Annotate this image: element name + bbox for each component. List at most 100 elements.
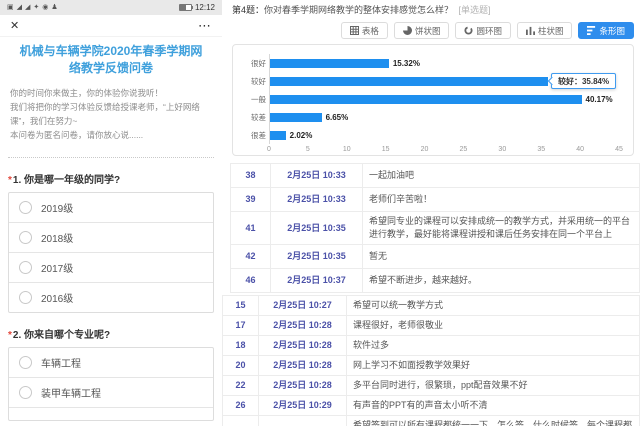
view-button-table[interactable]: 表格 [341,22,388,39]
table-row: 392月25日 10:33老师们辛苦啦！ [230,188,640,212]
row-comment-cell: 希望不断进步，越来越好。 [362,269,640,292]
row-date-cell: 2月25日 10:28 [258,376,346,395]
row-number-cell: 20 [222,356,258,375]
row-date-cell: 2月25日 10:35 [270,212,362,244]
axis-tick-label: 45 [615,146,623,153]
row-comment-cell: 课程很好，老师很敬业 [346,316,640,335]
row-date-cell: 2月25日 10:29 [258,396,346,415]
table-row: 222月25日 10:28多平台同时进行，很繁琐，ppt配音效果不好 [222,376,640,396]
axis-tick-label: 15 [382,146,390,153]
table-row: 412月25日 10:35希望同专业的课程可以安排成统一的教学方式，并采用统一的… [230,212,640,245]
signal-icon: ◢ [17,4,22,11]
hbar-icon [587,26,596,35]
table-row: 422月25日 10:35暂无 [230,245,640,269]
chart-category-label: 较好 [237,76,266,87]
option-row[interactable]: 装甲车辆工程 [9,377,213,407]
status-time: 12:12 [195,3,215,12]
row-comment-cell: 希望同专业的课程可以安排成统一的教学方式，并采用统一的平台进行教学，最好能将课程… [362,212,640,244]
row-comment-cell: 希望签到可以所有课程都统一一下，怎么签，什么时候签，每个课程都不一样，导致签到找… [346,416,640,426]
question-header: 第4题：你对春季学期网络教学的整体安排感觉怎么样？ [单选题] [232,3,640,16]
chart-value-label: 15.32% [393,59,420,68]
chart-x-axis: 051015202530354045 [269,144,619,156]
option-row[interactable]: 车辆工程 [9,348,213,377]
chart-type-toolbar: 表格 饼状图圆环图柱状图条形图 [222,22,634,39]
row-date-cell: 2月25日 10:27 [258,296,346,315]
row-number-cell: 22 [222,376,258,395]
wifi-icon: ✦ [33,4,39,11]
radio-icon [19,261,32,274]
row-number-cell: 41 [230,212,270,244]
view-button-pie[interactable]: 饼状图 [394,22,450,39]
survey-title: 机械与车辆学院2020年春季学期网络教学反馈问卷 [0,37,222,79]
intro-line: 你的时间你来做主，你的体验你说我听！ [10,86,212,100]
comments-table-2: 152月25日 10:27希望可以统一教学方式172月25日 10:28课程很好… [222,295,640,426]
required-asterisk: * [8,330,12,341]
axis-tick-label: 25 [460,146,468,153]
option-row-partial [9,407,213,420]
row-number-cell: 42 [230,245,270,268]
signal2-icon: ◢ [25,4,30,11]
option-row[interactable]: 2019级 [9,193,213,222]
row-number-cell: 46 [230,269,270,292]
survey-intro: 你的时间你来做主，你的体验你说我听！我们将把你的学习体验反馈给授课老师，“上好网… [0,79,222,142]
chart-bar[interactable] [270,95,582,104]
row-comment-cell: 有声音的PPT有的声音太小听不清 [346,396,640,415]
chart-category-label: 很好 [237,58,266,69]
question-title-text: 2. 你来自哪个专业呢? [13,330,110,341]
chart-bar[interactable] [270,59,389,68]
option-label: 2018级 [41,230,73,245]
view-button-donut[interactable]: 圆环图 [455,22,511,39]
option-label: 装甲车辆工程 [41,385,101,400]
row-number-cell: 26 [222,396,258,415]
chart-value-label: 40.17% [586,95,613,104]
option-row[interactable]: 2016级 [9,282,213,312]
option-row[interactable]: 2018级 [9,222,213,252]
table-row: 152月25日 10:27希望可以统一教学方式 [222,295,640,316]
view-button-label: 表格 [362,25,379,37]
chart-category-label: 很差 [237,130,266,141]
option-label: 2016级 [41,290,73,305]
chart-category-label: 较差 [237,112,266,123]
table-row: 262月25日 10:29有声音的PPT有的声音太小听不清 [222,396,640,416]
chart-plot-area: 很好15.32%较好较好：35.84%一般40.17%较差6.65%很差2.02… [269,54,619,144]
chart-bar[interactable] [270,131,286,140]
row-comment-cell: 网上学习不如面授教学效果好 [346,356,640,375]
chart-bar-row: 较差6.65% [270,108,619,126]
status-bar: ▣◢◢✦◉♟ 12:12 [0,0,222,15]
view-button-column[interactable]: 柱状图 [517,22,573,39]
bar-chart-card: 很好15.32%较好较好：35.84%一般40.17%较差6.65%很差2.02… [232,44,634,156]
row-number-cell: 17 [222,316,258,335]
chart-category-label: 一般 [237,94,266,105]
axis-tick-label: 0 [267,146,271,153]
status-bar-right: 12:12 [179,3,215,12]
radio-icon [19,291,32,304]
row-date-cell: 2月25日 10:33 [270,164,362,187]
more-menu-icon[interactable]: ⋯ [198,18,212,34]
radio-icon [19,386,32,399]
questions: *1. 你是哪一年级的同学?2019级2018级2017级2016级*2. 你来… [0,158,222,421]
row-date-cell: 2月25日 10:28 [258,356,346,375]
column-icon [526,26,535,35]
row-date-cell: 2月25日 10:28 [258,316,346,335]
chart-bar[interactable] [270,77,548,86]
pie-icon [403,26,412,35]
row-comment-cell: 暂无 [362,245,640,268]
comment-tables: 382月25日 10:33一起加油吧392月25日 10:33老师们辛苦啦！41… [222,163,640,426]
required-asterisk: * [8,175,12,186]
question-text: 你对春季学期网络教学的整体安排感觉怎么样？ [264,5,453,15]
option-group: 车辆工程装甲车辆工程 [8,347,214,421]
chart-value-label: 6.65% [326,113,349,122]
row-date-cell: 2月25日 10:37 [270,269,362,292]
screenshot-icon: ▣ [7,4,14,11]
chart-bar[interactable] [270,113,322,122]
view-button-hbar[interactable]: 条形图 [578,22,634,39]
radio-icon [19,356,32,369]
row-comment-cell: 软件过多 [346,336,640,355]
close-icon[interactable]: ✕ [10,19,19,32]
option-row[interactable]: 2017级 [9,252,213,282]
table-row: 172月25日 10:28课程很好，老师很敬业 [222,316,640,336]
table-row: 272月25日 10:29希望签到可以所有课程都统一一下，怎么签，什么时候签，每… [222,416,640,426]
status-bar-icons: ▣◢◢✦◉♟ [7,4,58,11]
comments-table-1: 382月25日 10:33一起加油吧392月25日 10:33老师们辛苦啦！41… [230,163,640,293]
axis-tick-label: 30 [498,146,506,153]
